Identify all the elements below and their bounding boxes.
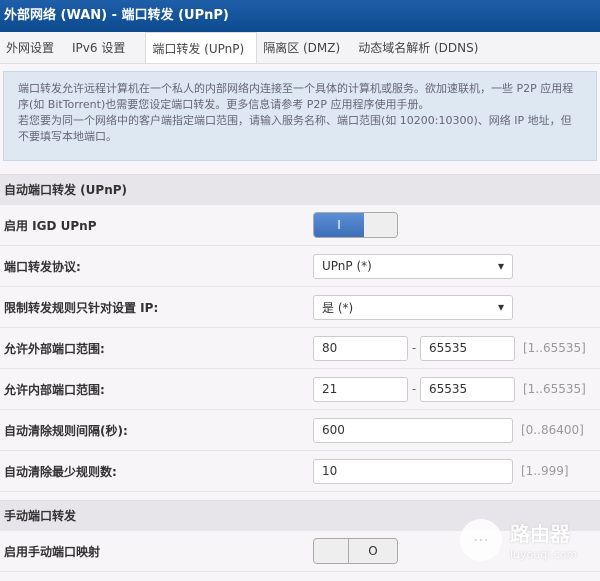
chevron-down-icon: ▾	[497, 259, 504, 273]
toggle-on	[314, 539, 349, 563]
label: 自动清除规则间隔(秒):	[4, 423, 128, 438]
internal-port-to-input[interactable]: 65535	[420, 376, 515, 402]
tab-dmz[interactable]: 隔离区 (DMZ)	[257, 32, 352, 63]
igd-upnp-toggle[interactable]: I	[313, 212, 398, 238]
row-protocol: 端口转发协议: UPnP (*) ▾	[0, 246, 600, 287]
restrict-ip-select[interactable]: 是 (*) ▾	[313, 294, 513, 320]
clean-interval-input[interactable]: 600	[313, 417, 513, 443]
label: 允许内部端口范围:	[4, 382, 105, 397]
range-hint: [1..65535]	[523, 382, 586, 396]
min-rules-input[interactable]: 10	[313, 458, 513, 484]
tab-bar: 外网设置 IPv6 设置 端口转发 (UPnP) 隔离区 (DMZ) 动态域名解…	[0, 32, 600, 64]
watermark-logo: ⋯ 路由器 luyouqi.com	[460, 518, 577, 561]
toggle-off: O	[349, 539, 397, 563]
row-min-rules: 自动清除最少规则数: 10 [1..999]	[0, 451, 600, 492]
tab-wan-settings[interactable]: 外网设置	[0, 32, 66, 63]
manual-mapping-toggle[interactable]: O	[313, 538, 398, 564]
label: 端口转发协议:	[4, 259, 81, 274]
router-icon: ⋯	[460, 518, 502, 561]
range-dash: -	[411, 341, 417, 355]
range-hint: [0..86400]	[521, 423, 584, 437]
chevron-down-icon: ▾	[497, 300, 504, 314]
label: 允许外部端口范围:	[4, 341, 105, 356]
range-hint: [1..65535]	[523, 341, 586, 355]
page-title: 外部网络 (WAN) - 端口转发 (UPnP)	[0, 0, 600, 32]
range-dash: -	[411, 382, 417, 396]
section-header-upnp: 自动端口转发 (UPnP)	[0, 174, 600, 205]
label: 启用手动端口映射	[4, 544, 101, 559]
select-value: UPnP (*)	[322, 259, 372, 273]
internal-port-from-input[interactable]: 21	[313, 376, 408, 402]
select-value: 是 (*)	[322, 300, 354, 315]
label: 自动清除最少规则数:	[4, 464, 117, 479]
tab-ipv6[interactable]: IPv6 设置	[66, 32, 137, 63]
toggle-on: I	[314, 213, 364, 237]
tab-ddns[interactable]: 动态域名解析 (DDNS)	[352, 32, 490, 63]
row-igd-upnp: 启用 IGD UPnP I	[0, 205, 600, 246]
info-text: 端口转发允许远程计算机在一个私人的内部网络内连接至一个具体的计算机或服务。欲加速…	[18, 82, 574, 111]
info-text: 若您要为同一个网络中的客户端指定端口范围，请输入服务名称、端口范围(如 1020…	[18, 114, 572, 143]
label: 限制转发规则只针对设置 IP:	[4, 300, 159, 315]
watermark-url: luyouqi.com	[510, 548, 578, 561]
info-box: 端口转发允许远程计算机在一个私人的内部网络内连接至一个具体的计算机或服务。欲加速…	[3, 71, 597, 161]
row-clean-interval: 自动清除规则间隔(秒): 600 [0..86400]	[0, 410, 600, 451]
protocol-select[interactable]: UPnP (*) ▾	[313, 253, 513, 279]
row-restrict-ip: 限制转发规则只针对设置 IP: 是 (*) ▾	[0, 287, 600, 328]
watermark-name: 路由器	[510, 522, 570, 546]
row-internal-port: 允许内部端口范围: 21 - 65535 [1..65535]	[0, 369, 600, 410]
row-external-port: 允许外部端口范围: 80 - 65535 [1..65535]	[0, 328, 600, 369]
external-port-to-input[interactable]: 65535	[420, 335, 515, 361]
range-hint: [1..999]	[521, 464, 569, 478]
tab-port-forwarding[interactable]: 端口转发 (UPnP)	[145, 32, 258, 63]
label: 启用 IGD UPnP	[4, 218, 97, 233]
toggle-off	[364, 213, 397, 237]
external-port-from-input[interactable]: 80	[313, 335, 408, 361]
